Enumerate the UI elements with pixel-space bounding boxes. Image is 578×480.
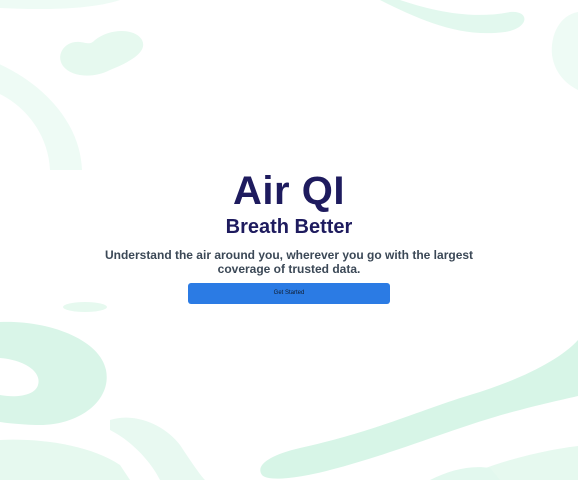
decor-band-bottom-left xyxy=(0,439,130,480)
landing-page: Air QI Breath Better Understand the air … xyxy=(0,0,578,480)
page-subtitle: Breath Better xyxy=(225,216,353,238)
hero-section: Air QI Breath Better Understand the air … xyxy=(0,168,578,304)
decor-circle-right xyxy=(551,12,578,90)
decor-band-top xyxy=(0,0,120,10)
decor-band-bottom-mid xyxy=(110,417,205,480)
decor-arc-top-left xyxy=(0,64,82,170)
decor-ring-bottom-left xyxy=(0,321,107,425)
hero-description: Understand the air around you, wherever … xyxy=(104,248,474,276)
decor-swoosh-bottom-right-lower xyxy=(430,467,500,480)
decor-band-top-right xyxy=(380,0,525,34)
get-started-button[interactable]: Get Started xyxy=(188,283,390,304)
decor-blob-top-left xyxy=(60,31,144,76)
page-title: Air QI xyxy=(233,169,345,213)
